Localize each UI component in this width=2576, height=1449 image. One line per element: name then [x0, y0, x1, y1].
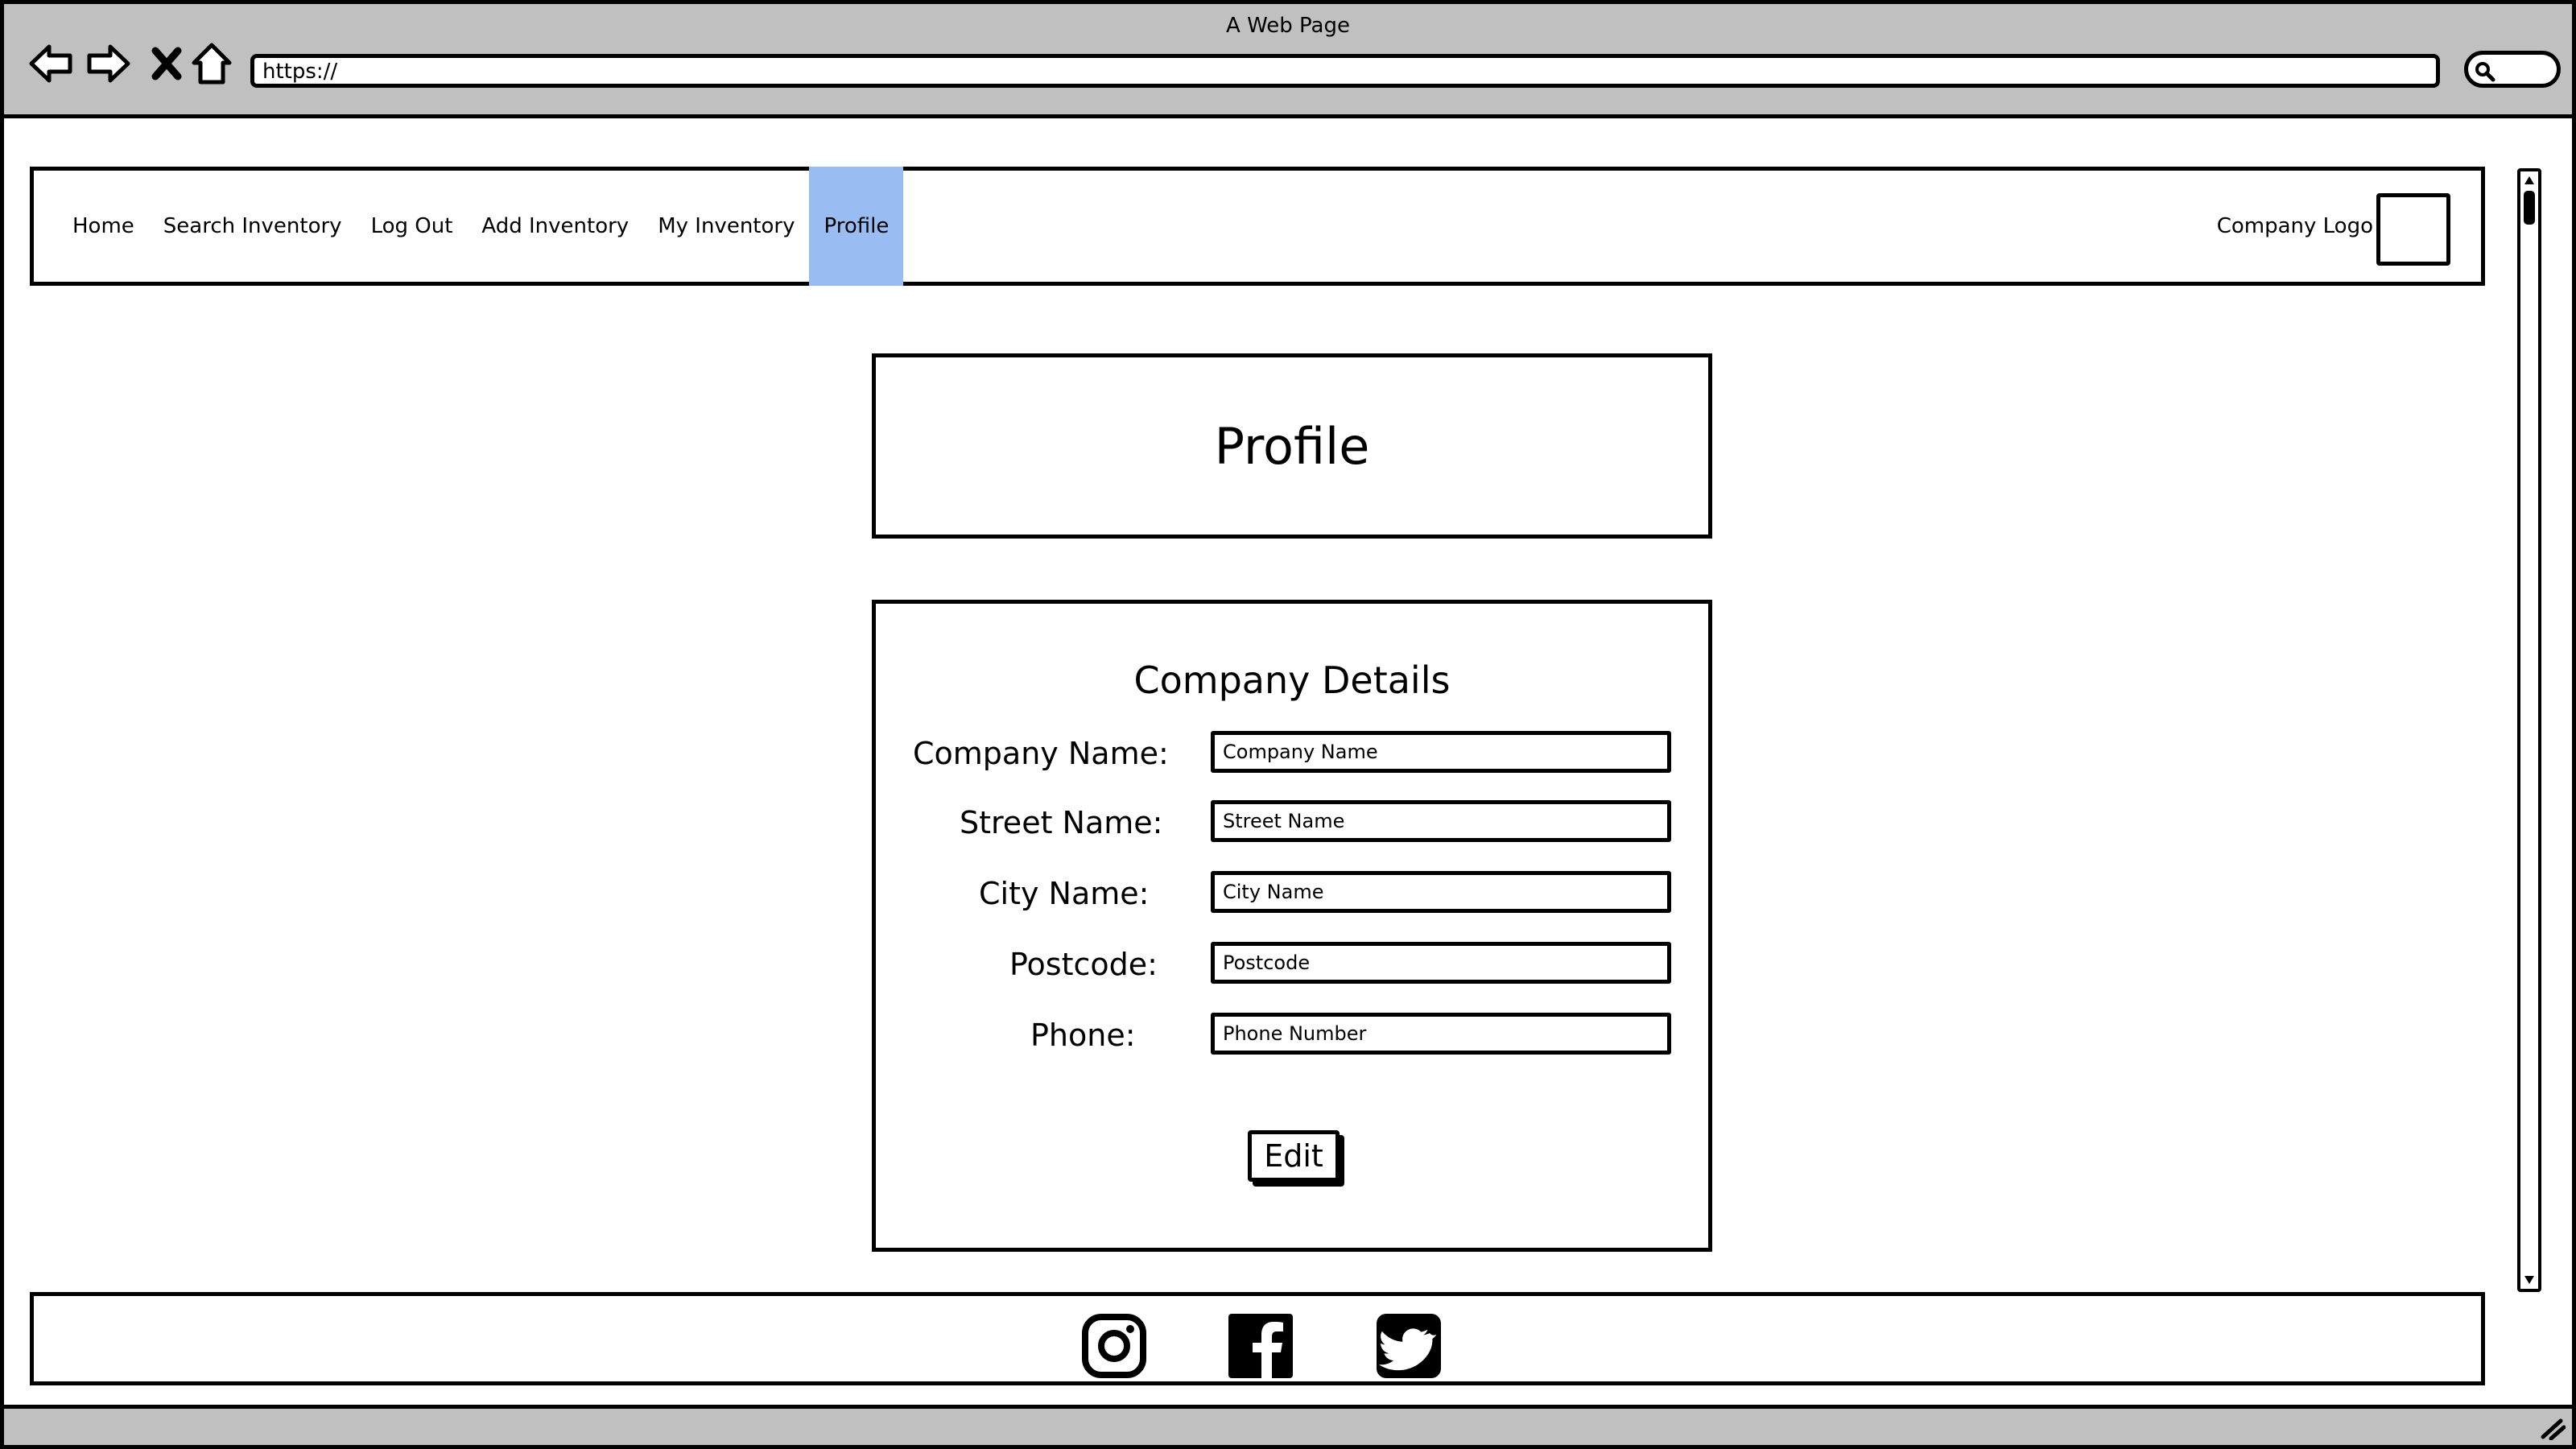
company-logo[interactable] [2376, 193, 2450, 266]
company-logo-label: Company Logo [2216, 214, 2373, 238]
street-name-label: Street Name: [960, 805, 1163, 840]
url-bar[interactable]: https:// [250, 54, 2440, 88]
scroll-up-icon[interactable] [2522, 173, 2537, 188]
browser-search[interactable] [2464, 51, 2561, 88]
postcode-input[interactable] [1211, 942, 1671, 984]
phone-label: Phone: [1030, 1018, 1136, 1053]
edit-button[interactable]: Edit [1248, 1130, 1340, 1182]
nav-items: Home Search Inventory Log Out Add Invent… [34, 167, 904, 286]
top-navigation: Home Search Inventory Log Out Add Invent… [30, 167, 2485, 286]
city-name-row: City Name: [876, 871, 1708, 919]
nav-item-home[interactable]: Home [58, 167, 149, 286]
page-title-card: Profile [872, 353, 1712, 539]
nav-item-profile[interactable]: Profile [809, 167, 904, 286]
nav-item-search-inventory[interactable]: Search Inventory [149, 167, 357, 286]
phone-input[interactable] [1211, 1013, 1671, 1055]
browser-window: A Web Page https:// Home Search Inventor… [0, 0, 2576, 1449]
postcode-row: Postcode: [876, 942, 1708, 990]
facebook-icon[interactable] [1227, 1312, 1294, 1380]
street-name-input[interactable] [1211, 800, 1671, 842]
instagram-icon[interactable] [1080, 1312, 1148, 1380]
forward-arrow-icon[interactable] [85, 39, 133, 88]
vertical-scrollbar[interactable] [2517, 168, 2541, 1292]
footer [30, 1292, 2485, 1385]
twitter-icon[interactable] [1375, 1312, 1443, 1380]
nav-item-my-inventory[interactable]: My Inventory [643, 167, 809, 286]
company-name-input[interactable] [1211, 731, 1671, 773]
company-details-form: Company Details Company Name: Street Nam… [872, 600, 1712, 1252]
postcode-label: Postcode: [1009, 947, 1158, 982]
page-title: Profile [1214, 416, 1370, 476]
nav-item-log-out[interactable]: Log Out [357, 167, 468, 286]
form-heading: Company Details [1133, 658, 1451, 702]
close-icon[interactable] [142, 39, 191, 88]
home-icon[interactable] [188, 39, 236, 88]
window-title: A Web Page [1226, 14, 1350, 38]
browser-titlebar: A Web Page https:// [4, 4, 2572, 118]
back-arrow-icon[interactable] [27, 39, 75, 88]
resize-grip-icon[interactable] [2538, 1416, 2566, 1440]
street-name-row: Street Name: [876, 800, 1708, 848]
browser-statusbar [4, 1405, 2572, 1445]
search-icon [2475, 62, 2496, 82]
company-name-row: Company Name: [876, 731, 1708, 779]
company-name-label: Company Name: [913, 736, 1169, 771]
city-name-label: City Name: [979, 876, 1150, 911]
nav-item-add-inventory[interactable]: Add Inventory [467, 167, 643, 286]
scroll-down-icon[interactable] [2522, 1273, 2537, 1287]
url-text: https:// [262, 60, 338, 84]
phone-row: Phone: [876, 1013, 1708, 1061]
scroll-thumb[interactable] [2524, 191, 2535, 225]
city-name-input[interactable] [1211, 871, 1671, 913]
